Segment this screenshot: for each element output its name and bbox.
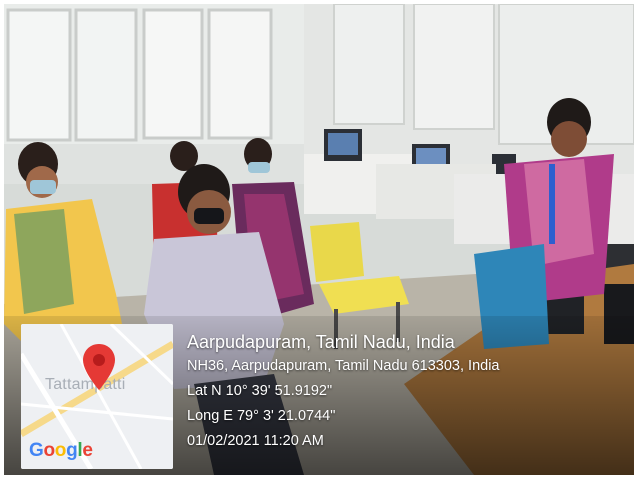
- geotag-info: Aarpudapuram, Tamil Nadu, India NH36, Aa…: [187, 330, 627, 454]
- google-logo: Google: [29, 440, 93, 461]
- map-thumbnail: Tattampatti Google: [21, 324, 173, 469]
- timestamp: 01/02/2021 11:20 AM: [187, 433, 324, 449]
- location-title: Aarpudapuram, Tamil Nadu, India: [187, 332, 455, 352]
- photo-frame: Tattampatti Google Aarpudapuram, Tamil N…: [4, 4, 634, 475]
- yellow-chair: [310, 222, 364, 282]
- latitude-readout: Lat N 10° 39' 51.9192": [187, 383, 333, 399]
- location-address: NH36, Aarpudapuram, Tamil Nadu 613303, I…: [187, 358, 500, 374]
- map-pin-icon: [83, 344, 115, 390]
- longitude-readout: Long E 79° 3' 21.0744": [187, 408, 336, 424]
